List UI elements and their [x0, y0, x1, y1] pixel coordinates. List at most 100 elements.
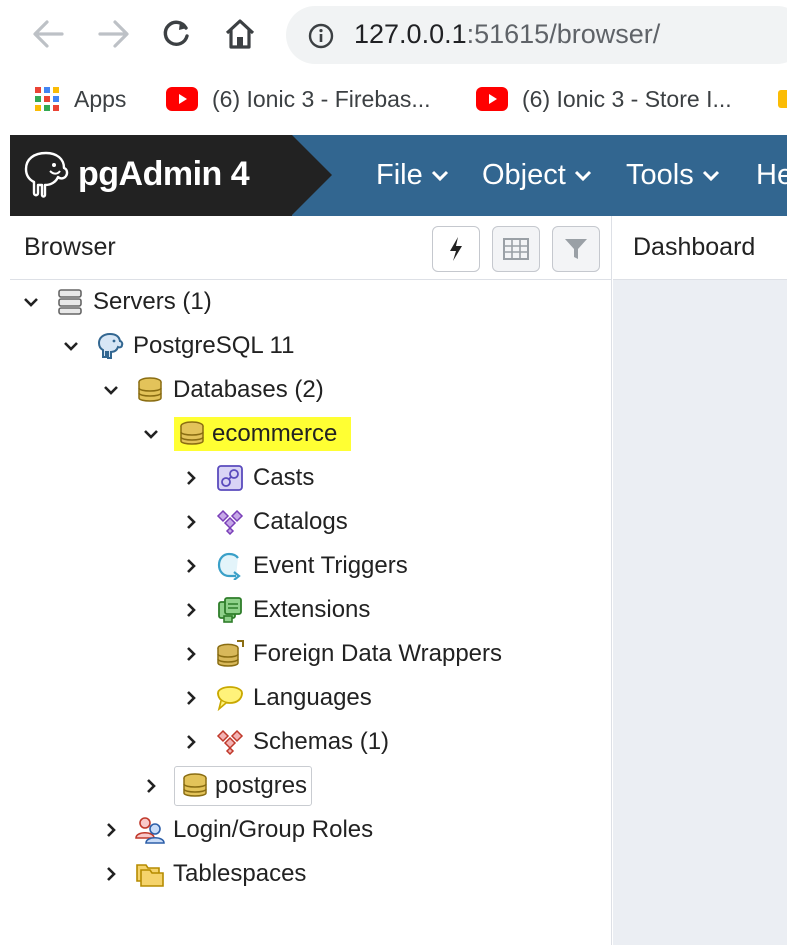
url-path: :51615/browser/: [466, 19, 661, 49]
node-label: Event Triggers: [253, 552, 408, 579]
tree-node-foreign-data-wrappers[interactable]: Foreign Data Wrappers: [178, 636, 505, 672]
app-title: pgAdmin 4: [78, 155, 250, 193]
chevron-right-icon[interactable]: [178, 460, 204, 496]
info-icon[interactable]: [308, 23, 334, 49]
reload-icon: [163, 20, 189, 46]
filter-icon: [565, 239, 587, 259]
chevron-down-icon[interactable]: [138, 416, 164, 452]
database-icon: [179, 770, 211, 802]
brand[interactable]: pgAdmin 4: [10, 135, 292, 216]
chevron-right-icon[interactable]: [178, 504, 204, 540]
databases-icon: [134, 374, 166, 406]
arrow-right-icon: [98, 20, 129, 48]
brand-arrow: [292, 135, 332, 215]
panel-title: Browser: [24, 233, 116, 261]
catalogs-icon: [214, 506, 246, 538]
bookmarks-bar: Apps (6) Ionic 3 - Firebas... (6) Ionic …: [0, 74, 787, 124]
chevron-right-icon[interactable]: [178, 636, 204, 672]
menu-label: Tools: [626, 159, 694, 191]
node-label: Servers (1): [93, 288, 212, 315]
tree-node-schemas[interactable]: Schemas (1): [178, 724, 392, 760]
extensions-icon: [214, 594, 246, 626]
youtube-icon: [166, 87, 198, 111]
chevron-right-icon[interactable]: [98, 812, 124, 848]
browser-chrome: 127.0.0.1:51615/browser/ Apps (6) Ionic …: [0, 0, 787, 135]
tree-node-casts[interactable]: Casts: [178, 460, 317, 496]
tree-node-postgresql-11[interactable]: PostgreSQL 11: [58, 328, 297, 364]
browser-panel: Browser Servers (1) PostgreSQL 11 Databa…: [10, 216, 612, 945]
pgadmin-navbar: pgAdmin 4 File Object Tools He: [10, 135, 787, 216]
tree-node-catalogs[interactable]: Catalogs: [178, 504, 351, 540]
node-label: Tablespaces: [173, 860, 307, 887]
chevron-down-icon[interactable]: [18, 284, 44, 320]
tree-node-extensions[interactable]: Extensions: [178, 592, 373, 628]
forward-button[interactable]: [94, 14, 134, 54]
node-label: PostgreSQL 11: [133, 332, 295, 359]
menu-help[interactable]: He: [756, 159, 787, 192]
query-tool-button[interactable]: [432, 226, 480, 272]
arrow-left-icon: [33, 20, 64, 48]
chevron-down-icon[interactable]: [58, 328, 84, 364]
chevron-down-icon: [574, 170, 592, 182]
dashboard-panel: Dashboard: [613, 216, 787, 945]
filter-button[interactable]: [552, 226, 600, 272]
node-label: Languages: [253, 684, 372, 711]
home-button[interactable]: [220, 14, 260, 54]
bookmark-ionic-store[interactable]: (6) Ionic 3 - Store I...: [476, 84, 732, 114]
postgresql-elephant-icon: [94, 330, 126, 362]
chevron-right-icon[interactable]: [178, 680, 204, 716]
menu-tools[interactable]: Tools: [626, 159, 720, 192]
node-label: Foreign Data Wrappers: [253, 640, 502, 667]
bookmark-label: (6) Ionic 3 - Store I...: [522, 85, 732, 112]
database-icon: [176, 418, 208, 450]
apps-grid-icon: [34, 86, 60, 112]
back-button[interactable]: [28, 14, 68, 54]
table-grid-icon: [503, 238, 529, 260]
lightning-icon: [450, 237, 462, 261]
node-label: Schemas (1): [253, 728, 390, 755]
schemas-icon: [214, 726, 246, 758]
chevron-right-icon[interactable]: [178, 724, 204, 760]
home-icon: [225, 19, 255, 49]
tree-node-servers[interactable]: Servers (1): [18, 284, 215, 320]
url-host: 127.0.0.1: [354, 19, 467, 49]
tree-node-languages[interactable]: Languages: [178, 680, 375, 716]
menu-label: File: [376, 159, 423, 191]
chevron-down-icon: [431, 170, 449, 182]
chevron-right-icon[interactable]: [98, 856, 124, 892]
reload-button[interactable]: [156, 14, 196, 54]
menu-label: Object: [482, 159, 566, 191]
tree-node-event-triggers[interactable]: Event Triggers: [178, 548, 411, 584]
hovered-node-outline: postgres: [174, 766, 313, 806]
bookmark-apps[interactable]: Apps: [34, 84, 126, 114]
browser-panel-header: Browser: [10, 216, 612, 280]
tree-node-ecommerce[interactable]: ecommerce: [138, 416, 352, 452]
menu-object[interactable]: Object: [482, 159, 592, 192]
bookmark-label: (6) Ionic 3 - Firebas...: [212, 85, 431, 112]
tab-dashboard[interactable]: Dashboard: [633, 233, 755, 262]
menu-label: He: [756, 159, 787, 191]
view-data-button[interactable]: [492, 226, 540, 272]
casts-icon: [214, 462, 246, 494]
dashboard-tab[interactable]: Dashboard: [613, 216, 787, 280]
chevron-right-icon[interactable]: [178, 592, 204, 628]
tree-node-tablespaces[interactable]: Tablespaces: [98, 856, 309, 892]
tree-node-login-group-roles[interactable]: Login/Group Roles: [98, 812, 376, 848]
bookmark-overflow-icon[interactable]: [778, 90, 787, 108]
selected-node-highlight: ecommerce: [174, 417, 352, 451]
node-label: postgres: [215, 772, 308, 799]
url-text: 127.0.0.1:51615/browser/: [354, 19, 660, 50]
node-label: Catalogs: [253, 508, 348, 535]
login-group-roles-icon: [134, 814, 166, 846]
address-bar[interactable]: 127.0.0.1:51615/browser/: [286, 6, 787, 64]
event-triggers-icon: [214, 550, 246, 582]
bookmark-label: Apps: [74, 85, 127, 112]
chevron-right-icon[interactable]: [138, 768, 164, 804]
chevron-down-icon[interactable]: [98, 372, 124, 408]
chevron-right-icon[interactable]: [178, 548, 204, 584]
tree-node-postgres[interactable]: postgres: [138, 766, 313, 806]
node-label: Databases (2): [173, 376, 324, 403]
bookmark-ionic-firebase[interactable]: (6) Ionic 3 - Firebas...: [166, 84, 431, 114]
tree-node-databases[interactable]: Databases (2): [98, 372, 327, 408]
menu-file[interactable]: File: [376, 159, 449, 192]
